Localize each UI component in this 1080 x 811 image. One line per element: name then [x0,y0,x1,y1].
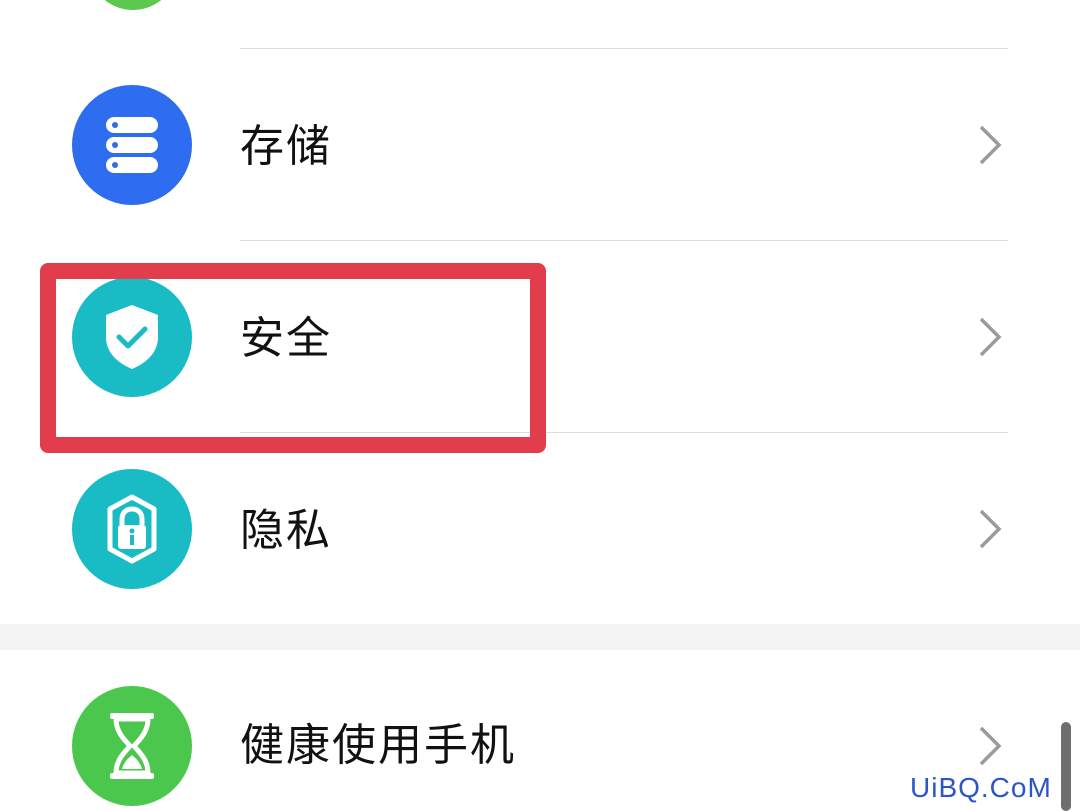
settings-item-label: 健康使用手机 [240,720,516,771]
hourglass-icon-badge [72,686,192,806]
storage-icon [106,117,158,173]
hourglass-icon [110,713,154,779]
shield-icon-badge [72,277,192,397]
settings-item-label: 隐私 [240,505,332,556]
settings-item-security[interactable]: 安全 [0,241,1080,433]
privacy-lock-icon [107,494,157,564]
chevron-right-icon [970,509,1010,549]
storage-icon-badge [72,85,192,205]
scrollbar[interactable] [1061,722,1071,811]
privacy-icon-badge [72,469,192,589]
chevron-right-icon [970,726,1010,766]
chevron-right-icon [970,317,1010,357]
previous-item-icon[interactable] [88,0,178,10]
settings-item-privacy[interactable]: 隐私 [0,433,1080,624]
section-separator [0,624,1080,650]
shield-check-icon [106,305,158,369]
settings-item-storage[interactable]: 存储 [0,49,1080,241]
settings-item-label: 存储 [240,121,332,172]
watermark: UiBQ.CoM [910,772,1052,803]
chevron-right-icon [970,125,1010,165]
settings-item-label: 安全 [240,313,332,364]
